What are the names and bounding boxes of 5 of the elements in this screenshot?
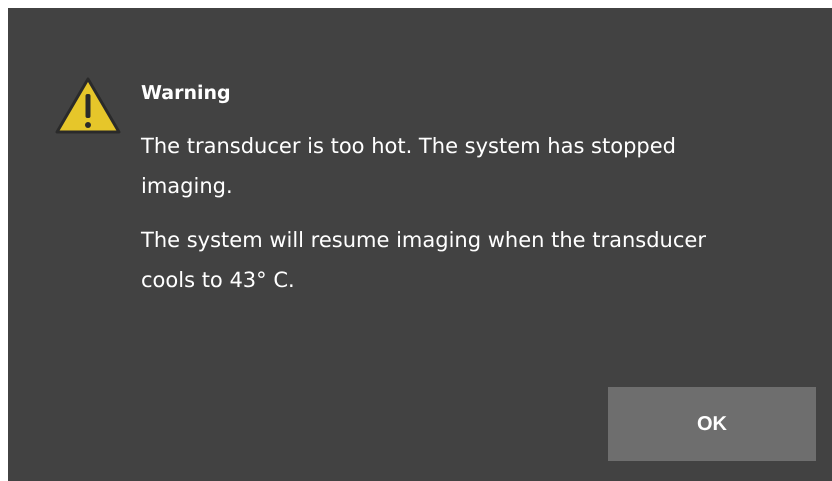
message-text: The system will resume imaging when the transducer cools to 43° C. (141, 227, 707, 294)
ok-button[interactable]: OK (608, 387, 816, 461)
warning-icon (54, 76, 122, 136)
dialog-title: Warning (141, 82, 232, 104)
message-text: The transducer is too hot. The system has stopped imaging. (141, 133, 677, 200)
